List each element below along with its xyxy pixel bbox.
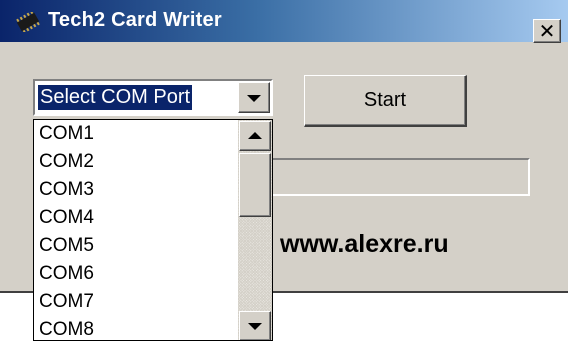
start-button-label: Start bbox=[363, 89, 407, 111]
scroll-up-button[interactable] bbox=[239, 121, 271, 151]
com-port-option[interactable]: COM4 bbox=[36, 204, 236, 232]
com-port-option[interactable]: COM1 bbox=[36, 120, 236, 148]
window-title: Tech2 Card Writer bbox=[48, 9, 222, 31]
com-port-selected-value: Select COM Port bbox=[38, 85, 193, 110]
scroll-down-button[interactable] bbox=[239, 311, 271, 340]
com-port-dropdown-button[interactable] bbox=[238, 82, 270, 113]
com-port-option[interactable]: COM3 bbox=[36, 176, 236, 204]
progress-bar bbox=[262, 158, 530, 196]
scrollbar-thumb[interactable] bbox=[239, 153, 271, 217]
com-port-option[interactable]: COM8 bbox=[36, 316, 236, 340]
chip-icon bbox=[16, 12, 40, 32]
website-label: www.alexre.ru bbox=[280, 230, 449, 258]
close-button[interactable]: ✕ bbox=[533, 19, 561, 43]
com-port-option[interactable]: COM5 bbox=[36, 232, 236, 260]
com-port-select[interactable]: Select COM Port bbox=[33, 79, 273, 116]
scroll-down-arrow-icon bbox=[248, 323, 262, 330]
com-port-option[interactable]: COM2 bbox=[36, 148, 236, 176]
close-icon: ✕ bbox=[538, 19, 556, 43]
title-bar[interactable]: Tech2 Card Writer bbox=[0, 0, 568, 42]
com-port-option[interactable]: COM6 bbox=[36, 260, 236, 288]
start-button[interactable]: Start bbox=[304, 75, 467, 127]
com-port-dropdown-list: COM1 COM2 COM3 COM4 COM5 COM6 COM7 COM8 bbox=[33, 119, 273, 341]
com-port-options: COM1 COM2 COM3 COM4 COM5 COM6 COM7 COM8 bbox=[36, 120, 236, 340]
scroll-up-arrow-icon bbox=[248, 132, 262, 139]
dropdown-scrollbar[interactable] bbox=[238, 120, 272, 340]
chevron-down-icon bbox=[247, 94, 261, 102]
com-port-option[interactable]: COM7 bbox=[36, 288, 236, 316]
